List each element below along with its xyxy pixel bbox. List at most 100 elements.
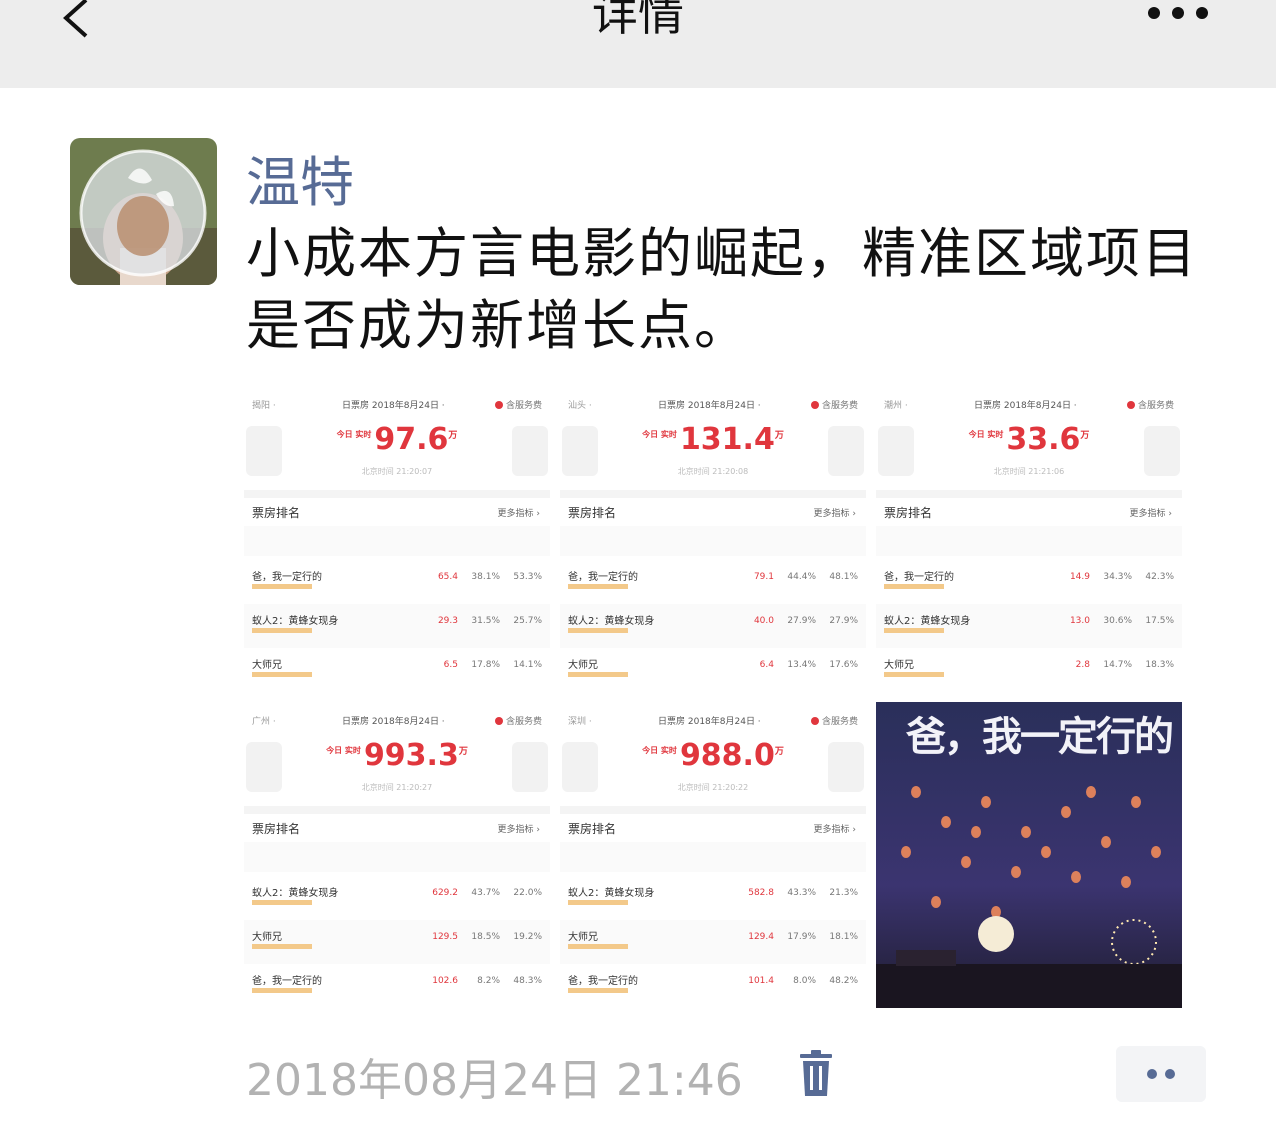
total-value: 97.6 [374, 422, 449, 457]
poster-title: 爸，我一定行的 [906, 714, 1174, 760]
today-label: 今日 实时 [326, 746, 361, 755]
film-name: 蚁人2：黄蜂女现身 [884, 616, 971, 627]
date-label: 日票房 2018年8月24日 · [342, 401, 445, 411]
share-value: 38.1% [471, 572, 500, 582]
share-value: 14.7% [1103, 660, 1132, 670]
boxoffice-value: 14.9 [1069, 572, 1090, 582]
image-grid: 揭阳 · 日票房 2018年8月24日 · 含服务费 今日 实时 97.6万 北京时间 2… [244, 386, 1182, 1008]
boxoffice-value: 6.4 [759, 660, 774, 670]
film-sub-bar [568, 672, 628, 677]
service-fee-label: 含服务费 [811, 398, 858, 411]
table-row: 蚁人2：黄蜂女现身 13.0 30.6% 17.5% [876, 604, 1182, 648]
total-boxoffice: 今日 实时 33.6万 [876, 422, 1182, 457]
boxoffice-value: 2.8 [1075, 660, 1090, 670]
rank-title: 票房排名 [568, 822, 617, 836]
author-name[interactable]: 温特 [246, 138, 354, 217]
table-row: 爸，我一定行的 65.4 38.1% 53.3% [244, 560, 550, 604]
table-row: 大师兄 6.4 13.4% 17.6% [560, 648, 866, 692]
total-boxoffice: 今日 实时 131.4万 [560, 422, 866, 457]
date-label: 日票房 2018年8月24日 · [658, 717, 761, 727]
more-options-icon[interactable] [1140, 4, 1220, 22]
section-divider [244, 806, 550, 814]
date-label: 日票房 2018年8月24日 · [658, 401, 761, 411]
boxoffice-screenshot[interactable]: 广州 · 日票房 2018年8月24日 · 含服务费 今日 实时 993.3万 北京时间 … [244, 702, 550, 1008]
table-row: 蚁人2：黄蜂女现身 29.3 31.5% 25.7% [244, 604, 550, 648]
seat-value: 18.3% [1145, 660, 1174, 670]
more-metrics-link: 更多指标 › [813, 509, 856, 519]
table-header [560, 842, 866, 872]
boxoffice-value: 582.8 [748, 888, 774, 898]
boxoffice-value: 40.0 [753, 616, 774, 626]
film-name: 大师兄 [884, 660, 914, 671]
boxoffice-value: 65.4 [437, 572, 458, 582]
film-name: 大师兄 [568, 932, 598, 943]
total-boxoffice: 今日 实时 993.3万 [244, 738, 550, 773]
film-name: 蚁人2：黄蜂女现身 [252, 888, 339, 899]
seat-value: 53.3% [513, 572, 542, 582]
seat-value: 17.5% [1145, 616, 1174, 626]
seat-value: 25.7% [513, 616, 542, 626]
post-timestamp: 2018年08月24日 21:46 [246, 1055, 743, 1106]
table-row: 大师兄 2.8 14.7% 18.3% [876, 648, 1182, 692]
unit-label: 万 [774, 747, 784, 757]
rank-title: 票房排名 [252, 506, 301, 520]
seat-value: 17.6% [829, 660, 858, 670]
section-divider [560, 490, 866, 498]
share-value: 17.8% [471, 660, 500, 670]
total-boxoffice: 今日 实时 97.6万 [244, 422, 550, 457]
boxoffice-screenshot[interactable]: 汕头 · 日票房 2018年8月24日 · 含服务费 今日 实时 131.4万 北京时间 … [560, 386, 866, 692]
seat-value: 27.9% [829, 616, 858, 626]
boxoffice-value: 629.2 [432, 888, 458, 898]
date-label: 日票房 2018年8月24日 · [342, 717, 445, 727]
boxoffice-value: 102.6 [432, 976, 458, 986]
seat-value: 14.1% [513, 660, 542, 670]
film-name: 大师兄 [252, 932, 282, 943]
boxoffice-value: 129.4 [748, 932, 774, 942]
boxoffice-screenshot[interactable]: 潮州 · 日票房 2018年8月24日 · 含服务费 今日 实时 33.6万 北京时间 2… [876, 386, 1182, 692]
table-row: 爸，我一定行的 101.4 8.0% 48.2% [560, 964, 866, 1008]
film-name: 爸，我一定行的 [252, 572, 322, 583]
rank-title: 票房排名 [884, 506, 933, 520]
table-row: 蚁人2：黄蜂女现身 40.0 27.9% 27.9% [560, 604, 866, 648]
film-name: 爸，我一定行的 [252, 976, 322, 987]
service-fee-label: 含服务费 [495, 714, 542, 727]
film-sub-bar [568, 628, 628, 633]
author-avatar[interactable] [70, 138, 217, 285]
boxoffice-screenshot[interactable]: 深圳 · 日票房 2018年8月24日 · 含服务费 今日 实时 988.0万 北京时间 … [560, 702, 866, 1008]
boxoffice-value: 79.1 [753, 572, 774, 582]
film-sub-bar [884, 584, 944, 589]
share-value: 18.5% [471, 932, 500, 942]
boxoffice-value: 6.5 [443, 660, 458, 670]
section-divider [244, 490, 550, 498]
table-row: 爸，我一定行的 79.1 44.4% 48.1% [560, 560, 866, 604]
section-divider [560, 806, 866, 814]
film-name: 大师兄 [568, 660, 598, 671]
film-sub-bar [252, 988, 312, 993]
update-time: 北京时间 21:21:06 [993, 467, 1065, 476]
city-label: 汕头 · [568, 401, 592, 411]
film-sub-bar [252, 584, 312, 589]
boxoffice-value: 29.3 [437, 616, 458, 626]
boxoffice-value: 101.4 [748, 976, 774, 986]
page-title: 详情 [592, 0, 684, 41]
table-row: 爸，我一定行的 14.9 34.3% 42.3% [876, 560, 1182, 604]
unit-label: 万 [448, 431, 458, 441]
city-label: 揭阳 · [252, 401, 276, 411]
service-fee-label: 含服务费 [1127, 398, 1174, 411]
update-time: 北京时间 21:20:22 [677, 783, 749, 792]
more-metrics-link: 更多指标 › [813, 825, 856, 835]
film-name: 爸，我一定行的 [568, 572, 638, 583]
comment-menu-icon[interactable] [1116, 1046, 1206, 1102]
today-label: 今日 实时 [968, 430, 1004, 439]
film-name: 爸，我一定行的 [568, 976, 638, 987]
seat-value: 22.0% [513, 888, 542, 898]
film-sub-bar [252, 672, 312, 677]
film-sub-bar [568, 988, 628, 993]
today-label: 今日 实时 [642, 746, 677, 755]
film-sub-bar [252, 900, 312, 905]
share-value: 27.9% [787, 616, 816, 626]
delete-icon[interactable] [796, 1050, 836, 1098]
boxoffice-screenshot[interactable]: 揭阳 · 日票房 2018年8月24日 · 含服务费 今日 实时 97.6万 北京时间 2… [244, 386, 550, 692]
more-metrics-link: 更多指标 › [1129, 509, 1172, 519]
table-row: 蚁人2：黄蜂女现身 629.2 43.7% 22.0% [244, 876, 550, 920]
